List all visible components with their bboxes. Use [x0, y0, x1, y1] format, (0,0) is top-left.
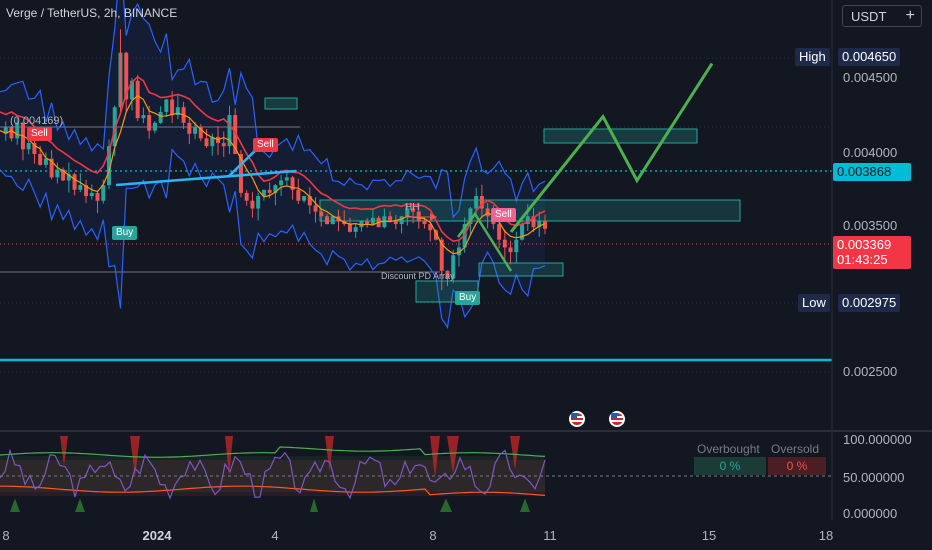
candle-body	[313, 205, 318, 212]
candle-body	[147, 115, 152, 131]
low-label-tag: Low	[798, 294, 830, 312]
zone-box[interactable]	[478, 262, 564, 277]
candle-body	[365, 220, 370, 225]
candle-body	[135, 80, 140, 119]
event-flag-icon[interactable]	[609, 411, 625, 427]
candle-body	[416, 211, 421, 221]
candle-body	[9, 127, 14, 139]
candle-body	[95, 192, 100, 201]
hh-label: HH	[405, 202, 420, 213]
time-tick-year: 2024	[142, 528, 172, 543]
candle-body	[158, 111, 163, 123]
osc-green-spikes	[10, 498, 530, 512]
discount-label: Discount PD Array	[381, 271, 455, 281]
candle-body	[187, 122, 192, 134]
time-tick: 8	[429, 528, 437, 543]
candle-body	[256, 196, 261, 209]
candle-body	[26, 143, 31, 150]
time-tick: 11	[543, 528, 557, 543]
oversold-label: Oversold	[771, 442, 820, 456]
candle-body	[101, 185, 106, 201]
add-symbol-icon[interactable]: +	[906, 7, 915, 25]
overbought-value: 0 %	[694, 457, 766, 475]
candle-body	[474, 196, 479, 209]
high-label-tag: High	[795, 48, 830, 66]
level-value-tag: 0.003868	[833, 163, 911, 181]
sell-signal[interactable]: Sell	[27, 127, 52, 141]
candle-body	[141, 115, 146, 119]
buy-signal[interactable]: Buy	[112, 226, 138, 240]
candle-body	[497, 224, 502, 240]
time-tick: 8	[2, 528, 10, 543]
candle-body	[388, 216, 393, 221]
candle-body	[325, 216, 329, 225]
oversold-value: 0 %	[768, 457, 826, 475]
candle-body	[370, 217, 375, 225]
price-tick: 0.003500	[843, 218, 898, 233]
candle-body	[508, 247, 513, 253]
candle-body	[204, 138, 209, 147]
candle-body	[55, 169, 60, 178]
time-tick: 4	[271, 528, 279, 543]
candle-body	[89, 192, 94, 197]
event-flag-icon[interactable]	[569, 411, 585, 427]
osc-tick: 0.000000	[843, 506, 898, 521]
currency-selector[interactable]: USDT +	[842, 5, 922, 27]
bollinger-fill	[0, 0, 545, 328]
low-value-tag: 0.002975	[838, 294, 901, 312]
candle-body	[393, 220, 398, 225]
price-tick: 0.004500	[843, 70, 898, 85]
bar-countdown: 01:43:25	[833, 251, 911, 269]
sell-signal[interactable]: Sell	[253, 138, 278, 152]
osc-upper-line	[0, 446, 546, 458]
prior-high-label: (0.004169)	[10, 115, 64, 127]
candle-body	[164, 99, 169, 112]
candle-body	[353, 227, 358, 232]
currency-label: USDT	[851, 9, 887, 24]
candle-body	[193, 127, 198, 134]
candle-body	[319, 211, 324, 217]
candle-body	[221, 143, 226, 147]
chart-title: Verge / TetherUS, 2h, BINANCE	[6, 6, 178, 20]
zone-box[interactable]	[543, 128, 698, 144]
buy-signal[interactable]: Buy	[455, 291, 481, 305]
osc-tick: 50.000000	[843, 470, 905, 485]
price-tick: 0.004000	[843, 145, 898, 160]
candle-body	[170, 99, 175, 116]
candle-body	[399, 216, 404, 225]
candle-body	[296, 189, 301, 201]
candle-body	[347, 224, 352, 232]
candle-body	[543, 220, 547, 229]
candle-body	[502, 239, 507, 248]
candle-body	[302, 196, 307, 201]
candle-body	[279, 180, 284, 186]
candle-body	[72, 174, 77, 190]
candle-body	[43, 158, 48, 165]
candle-body	[78, 185, 83, 190]
candle-body	[152, 122, 157, 131]
price-tick: 0.002500	[843, 364, 898, 379]
candle-body	[244, 192, 249, 201]
candle-body	[284, 177, 289, 181]
candle-body	[250, 200, 255, 209]
candle-body	[38, 153, 43, 165]
osc-tick: 100.000000	[843, 432, 912, 447]
time-tick: 18	[818, 528, 834, 543]
candle-body	[514, 239, 519, 253]
candle-body	[330, 216, 335, 225]
overbought-label: Overbought	[697, 442, 760, 456]
zone-box[interactable]	[264, 97, 298, 110]
candle-body	[422, 220, 427, 225]
time-tick: 15	[701, 528, 717, 543]
candle-body	[267, 189, 272, 193]
sell-signal[interactable]: Sell	[491, 208, 516, 222]
high-value-tag: 0.004650	[838, 48, 901, 66]
